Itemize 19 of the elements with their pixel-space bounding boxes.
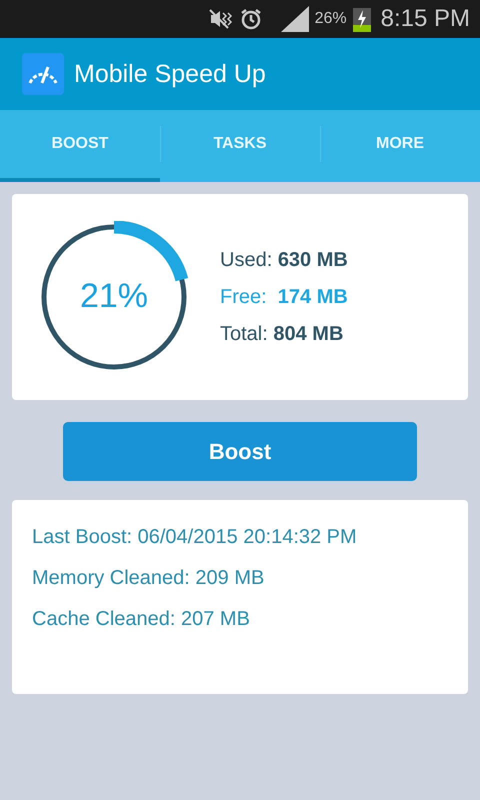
tab[interactable]: BOOST [0, 110, 160, 182]
battery-percent: 26% [314, 10, 347, 28]
speedometer-icon [22, 53, 64, 95]
history-line: Memory Cleaned: 209 MB [32, 567, 266, 590]
memory-stat: Free: 174 MB [220, 286, 348, 308]
memory-stat: Total: 804 MB [220, 322, 344, 346]
tab[interactable]: TASKS [160, 110, 320, 182]
battery-charging-icon [352, 6, 371, 32]
tab[interactable]: MORE [320, 110, 480, 182]
boost-button[interactable]: Boost [63, 422, 417, 481]
mute-vibrate-icon [208, 9, 233, 29]
history-line: Last Boost: 06/04/2015 20:14:32 PM [32, 526, 358, 549]
history-line: Cache Cleaned: 207 MB [32, 608, 251, 631]
alarm-icon [238, 7, 263, 31]
memory-stat: Used: 630 MB [220, 248, 348, 272]
app-title: Mobile Speed Up [74, 60, 266, 88]
signal-icon [280, 6, 309, 32]
clock-time: 8:15 PM [380, 5, 470, 33]
memory-percent: 21% [78, 277, 150, 316]
